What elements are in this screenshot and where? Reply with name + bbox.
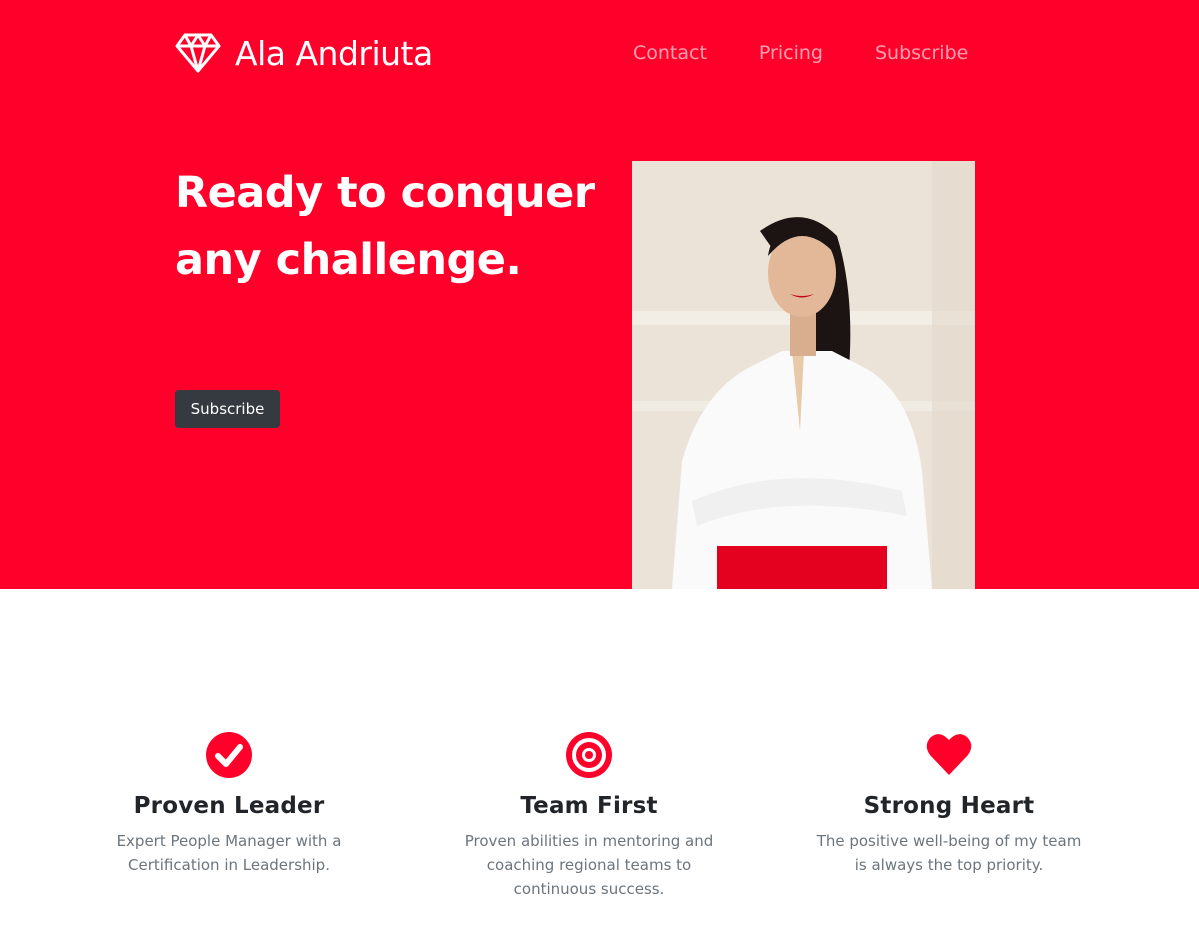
feature-text: Proven abilities in mentoring and coachi… [464, 832, 714, 898]
feature-proven-leader: Proven Leader Expert People Manager with… [79, 731, 379, 877]
feature-title: Team First [520, 793, 658, 819]
diamond-icon [175, 33, 221, 73]
check-circle-icon [206, 732, 252, 778]
hero-headline: Ready to conquer any challenge. [175, 168, 595, 285]
brand-name: Ala Andriuta [235, 33, 433, 73]
subscribe-button[interactable]: Subscribe [175, 390, 280, 428]
feature-strong-heart: Strong Heart The positive well-being of … [799, 731, 1099, 877]
nav-link-subscribe[interactable]: Subscribe [875, 42, 968, 64]
feature-text: Expert People Manager with a Certificati… [116, 832, 342, 874]
main-nav: Contact Pricing Subscribe [633, 42, 968, 64]
nav-link-contact[interactable]: Contact [633, 42, 707, 64]
target-icon [566, 732, 612, 778]
feature-text: The positive well-being of my team is al… [816, 832, 1082, 874]
feature-title: Strong Heart [863, 793, 1035, 819]
hero-section: Ala Andriuta Contact Pricing Subscribe R… [0, 0, 1199, 589]
heart-icon [926, 734, 972, 775]
features-section: Proven Leader Expert People Manager with… [0, 589, 1199, 942]
feature-team-first: Team First Proven abilities in mentoring… [439, 731, 739, 901]
nav-link-pricing[interactable]: Pricing [759, 42, 823, 64]
brand-logo[interactable]: Ala Andriuta [175, 33, 433, 73]
portrait-illustration [632, 161, 975, 589]
feature-title: Proven Leader [133, 793, 325, 819]
portrait-photo [632, 161, 975, 589]
